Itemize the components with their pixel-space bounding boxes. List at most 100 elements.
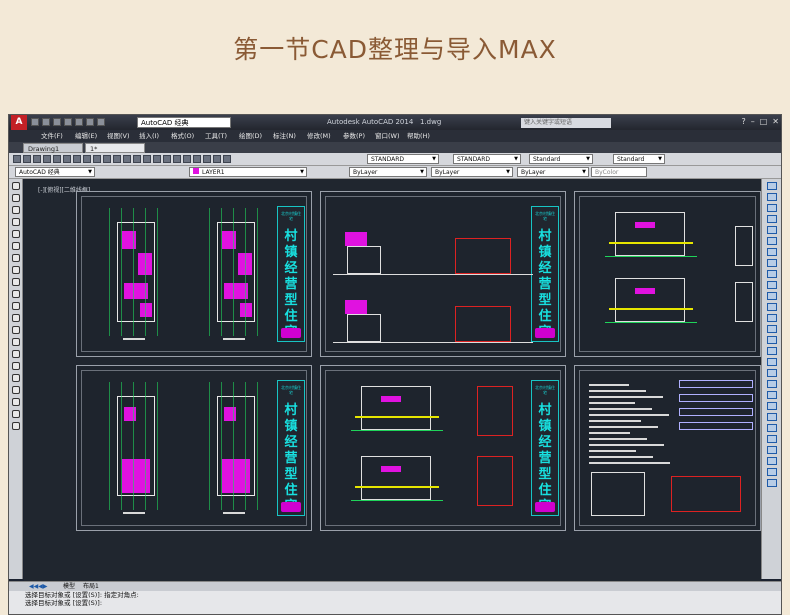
menu-item[interactable]: 文件(F) [41,130,63,142]
ellipse-icon[interactable] [11,290,20,298]
point-icon[interactable] [11,338,20,346]
polygon-icon[interactable] [11,218,20,226]
save-file-icon[interactable] [33,155,41,163]
arc-icon[interactable] [11,242,20,250]
tool-palettes-icon[interactable] [193,155,201,163]
drawing-canvas[interactable]: [-][俯视][二维线框] 北京村镇住宅村镇经营型住宅北京村镇住宅村镇经营型住宅… [24,179,761,581]
snap-perpendicular-icon[interactable] [766,446,777,454]
color-select[interactable]: ByLayer ▼ [349,167,427,177]
lineweight-select[interactable]: ByLayer ▼ [517,167,589,177]
zoom-realtime-icon[interactable] [143,155,151,163]
snap-midpoint-icon[interactable] [766,391,777,399]
menu-item[interactable]: 格式(O) [171,130,194,142]
design-center-icon[interactable] [183,155,191,163]
save-icon[interactable] [53,118,61,126]
move-icon[interactable] [766,237,777,245]
tab-drawing1[interactable]: Drawing1 [23,143,83,153]
construction-line-icon[interactable] [11,194,20,202]
zoom-previous-icon[interactable] [163,155,171,163]
snap-endpoint-icon[interactable] [766,380,777,388]
snap-tangent-icon[interactable] [766,435,777,443]
workspace-selector[interactable]: AutoCAD 经典 [137,117,231,128]
ellipse-arc-icon[interactable] [11,302,20,310]
close-icon[interactable]: ✕ [772,117,779,126]
line-icon[interactable] [11,182,20,190]
tab-current[interactable]: 1* [85,143,145,153]
fillet-icon[interactable] [766,347,777,355]
zoom-window-icon[interactable] [153,155,161,163]
explode-icon[interactable] [766,369,777,377]
menu-item[interactable]: 标注(N) [273,130,296,142]
redo-icon[interactable] [97,118,105,126]
break-at-point-icon[interactable] [766,303,777,311]
snap-none-icon[interactable] [766,468,777,476]
text-style-select[interactable]: STANDARD ▼ [367,154,439,164]
stretch-icon[interactable] [766,270,777,278]
new-icon[interactable] [31,118,39,126]
copy-icon[interactable] [83,155,91,163]
table-icon[interactable] [11,386,20,394]
array-icon[interactable] [766,226,777,234]
workspace-select[interactable]: AutoCAD 经典 ▼ [15,167,95,177]
text-icon[interactable] [11,410,20,418]
break-icon[interactable] [766,314,777,322]
gradient-icon[interactable] [11,362,20,370]
paste-icon[interactable] [93,155,101,163]
hatch-icon[interactable] [11,350,20,358]
insert-block-icon[interactable] [11,314,20,322]
erase-icon[interactable] [766,182,777,190]
menu-item[interactable]: 帮助(H) [407,130,430,142]
snap-settings-icon[interactable] [766,479,777,487]
make-block-icon[interactable] [11,326,20,334]
maximize-icon[interactable]: □ [760,117,768,126]
search-input[interactable]: 键入关键字或短语 [521,118,611,128]
polyline-icon[interactable] [11,206,20,214]
preview-icon[interactable] [53,155,61,163]
qnew-icon[interactable] [13,155,21,163]
saveas-icon[interactable] [64,118,72,126]
blend-icon[interactable] [766,358,777,366]
rectangle-icon[interactable] [11,230,20,238]
print-icon[interactable] [75,118,83,126]
add-selected-icon[interactable] [11,422,20,430]
menu-item[interactable]: 窗口(W) [375,130,400,142]
mleader-style-select[interactable]: Standard ▼ [613,154,665,164]
join-icon[interactable] [766,325,777,333]
menu-item[interactable]: 插入(I) [139,130,159,142]
table-style-select[interactable]: Standard ▼ [529,154,593,164]
linetype-select[interactable]: ByLayer ▼ [431,167,513,177]
menu-item[interactable]: 参数(P) [343,130,365,142]
circle-icon[interactable] [11,254,20,262]
mtext-icon[interactable] [11,398,20,406]
trim-icon[interactable] [766,281,777,289]
autocad-logo-icon[interactable]: A [11,115,27,130]
cut-icon[interactable] [73,155,81,163]
properties-icon[interactable] [173,155,181,163]
scale-icon[interactable] [766,259,777,267]
menu-item[interactable]: 修改(M) [307,130,331,142]
snap-center-icon[interactable] [766,413,777,421]
menu-item[interactable]: 视图(V) [107,130,130,142]
dim-style-select[interactable]: STANDARD ▼ [453,154,521,164]
chamfer-icon[interactable] [766,336,777,344]
sheetset-icon[interactable] [203,155,211,163]
offset-icon[interactable] [766,215,777,223]
command-line[interactable]: 选择目标对象或 [设置(S)]: 指定对角点: 选择目标对象或 [设置(S)]: [9,591,781,614]
open-file-icon[interactable] [23,155,31,163]
snap-nearest-icon[interactable] [766,457,777,465]
plot-icon[interactable] [43,155,51,163]
publish-icon[interactable] [63,155,71,163]
menu-item[interactable]: 工具(T) [205,130,227,142]
undo-icon[interactable] [86,118,94,126]
snap-intersection-icon[interactable] [766,402,777,410]
minimize-icon[interactable]: – [751,117,755,126]
snap-quadrant-icon[interactable] [766,424,777,432]
open-icon[interactable] [42,118,50,126]
extend-icon[interactable] [766,292,777,300]
mirror-icon[interactable] [766,204,777,212]
menu-item[interactable]: 绘图(D) [239,130,262,142]
help-icon[interactable]: ? [741,117,745,126]
spline-icon[interactable] [11,278,20,286]
matchprop-icon[interactable] [103,155,111,163]
revcloud-icon[interactable] [11,266,20,274]
